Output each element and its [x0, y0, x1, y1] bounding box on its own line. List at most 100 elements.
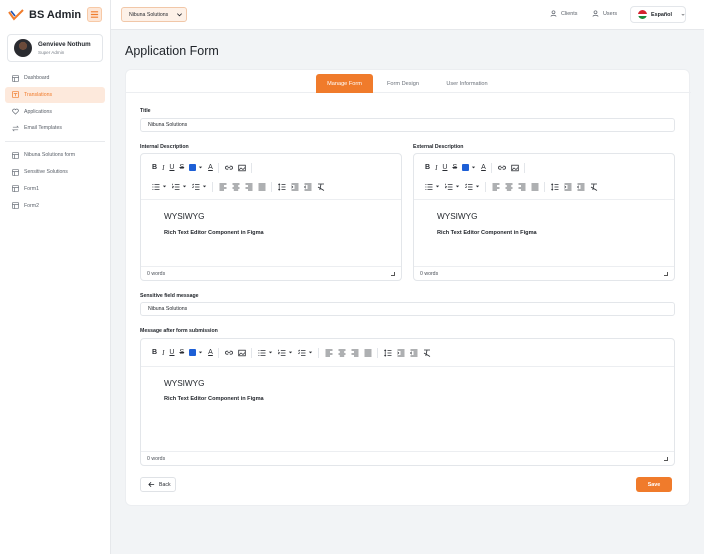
link-icon[interactable] — [497, 163, 506, 173]
title-input[interactable]: Nibuna Solutions — [140, 118, 675, 132]
outdent-icon[interactable] — [577, 182, 585, 192]
align-justify-icon[interactable] — [258, 182, 266, 192]
back-button[interactable]: Back — [140, 477, 176, 492]
menu-toggle-button[interactable] — [87, 7, 102, 22]
sidebar-item-form1[interactable]: Form1 — [5, 181, 105, 197]
bullet-list-icon[interactable] — [258, 348, 273, 358]
italic-icon[interactable]: I — [162, 348, 164, 358]
indent-icon[interactable] — [397, 348, 405, 358]
checklist-icon[interactable] — [297, 348, 313, 358]
submission-message-editor[interactable]: B I U S A WYSIWYG Rich Text Editor Compo… — [140, 338, 675, 466]
bold-icon[interactable]: B — [425, 163, 430, 173]
sidebar-item-form2[interactable]: Form2 — [5, 198, 105, 214]
editor-footer-divider — [141, 451, 674, 452]
tab-form-design[interactable]: Form Design — [378, 74, 428, 93]
link-icon[interactable] — [224, 348, 233, 358]
line-height-icon[interactable] — [383, 348, 392, 358]
text-color-picker[interactable] — [189, 348, 203, 358]
align-center-icon[interactable] — [505, 182, 513, 192]
toolbar-divider — [217, 162, 219, 173]
strikethrough-icon[interactable]: S — [179, 163, 184, 173]
indent-icon[interactable] — [564, 182, 572, 192]
align-left-icon[interactable] — [492, 182, 500, 192]
italic-icon[interactable]: I — [435, 163, 437, 173]
tab-manage-form[interactable]: Manage Form — [316, 74, 373, 93]
text-color-picker[interactable] — [189, 163, 203, 173]
align-right-icon[interactable] — [518, 182, 526, 192]
font-color-icon[interactable]: A — [208, 163, 213, 173]
align-justify-icon[interactable] — [364, 348, 372, 358]
editor-footer-divider — [141, 266, 401, 267]
users-link[interactable]: Users — [592, 10, 617, 17]
image-icon[interactable] — [238, 163, 246, 173]
line-height-icon[interactable] — [551, 182, 559, 192]
flag-icon — [638, 10, 647, 19]
italic-icon[interactable]: I — [162, 163, 164, 173]
internal-description-editor[interactable]: B I U S A WYSIWYG Rich Text Editor Compo… — [140, 153, 402, 281]
clear-format-icon[interactable] — [423, 348, 431, 358]
image-icon[interactable] — [238, 348, 246, 358]
language-select[interactable]: Español — [630, 6, 686, 23]
outdent-icon[interactable] — [409, 348, 418, 358]
avatar — [14, 39, 32, 57]
sidebar-item-applications[interactable]: Applications — [5, 104, 105, 120]
title-label: Title — [140, 108, 151, 114]
hamburger-icon — [90, 11, 99, 18]
indent-icon[interactable] — [291, 182, 299, 192]
bold-icon[interactable]: B — [152, 348, 157, 358]
numbered-list-icon[interactable] — [277, 348, 293, 358]
bullet-list-icon[interactable] — [425, 182, 440, 192]
numbered-list-icon[interactable] — [172, 182, 187, 192]
editor-toolbar-row2 — [414, 177, 603, 196]
strikethrough-icon[interactable]: S — [452, 163, 457, 173]
sidebar-item-email-templates[interactable]: Email Templates — [5, 120, 105, 136]
tab-bar: Manage Form Form Design User Information — [126, 74, 691, 93]
align-center-icon[interactable] — [338, 348, 346, 358]
clear-format-icon[interactable] — [317, 182, 325, 192]
sidebar-item-dashboard[interactable]: Dashboard — [5, 70, 105, 86]
user-profile-card[interactable]: Genvieve Nothum Super Admin — [7, 34, 103, 62]
word-count: 0 words — [147, 271, 166, 277]
external-description-editor[interactable]: B I U S A WYSIWYG Rich Text Editor Compo… — [413, 153, 675, 281]
align-left-icon[interactable] — [219, 182, 227, 192]
outdent-icon[interactable] — [304, 182, 312, 192]
sensitive-field-input[interactable]: Nibuna Solutions — [140, 302, 675, 316]
bold-icon[interactable]: B — [152, 163, 157, 173]
line-height-icon[interactable] — [278, 182, 286, 192]
editor-body-text: Rich Text Editor Component in Figma — [437, 230, 537, 236]
app-logo[interactable]: BS Admin — [8, 7, 81, 23]
app-name: BS Admin — [29, 9, 82, 21]
align-justify-icon[interactable] — [531, 182, 539, 192]
align-right-icon[interactable] — [245, 182, 253, 192]
font-color-icon[interactable]: A — [481, 163, 486, 173]
editor-footer-divider — [414, 266, 674, 267]
sidebar-item-nibuna-form[interactable]: Nibuna Solutions form — [5, 147, 105, 163]
align-right-icon[interactable] — [351, 348, 359, 358]
align-center-icon[interactable] — [232, 182, 240, 192]
strikethrough-icon[interactable]: S — [179, 348, 184, 358]
underline-icon[interactable]: U — [169, 348, 174, 358]
resize-handle-icon[interactable] — [664, 272, 668, 276]
clear-format-icon[interactable] — [590, 182, 598, 192]
underline-icon[interactable]: U — [442, 163, 447, 173]
bullet-list-icon[interactable] — [152, 182, 167, 192]
checklist-icon[interactable] — [192, 182, 207, 192]
image-icon[interactable] — [511, 163, 519, 173]
company-select[interactable]: Nibuna Solutions — [121, 7, 187, 22]
numbered-list-icon[interactable] — [445, 182, 460, 192]
link-icon[interactable] — [224, 163, 233, 173]
text-color-picker[interactable] — [462, 163, 476, 173]
clients-link[interactable]: Clients — [550, 10, 577, 17]
font-color-icon[interactable]: A — [208, 348, 213, 358]
align-left-icon[interactable] — [325, 348, 333, 358]
checklist-icon[interactable] — [465, 182, 480, 192]
underline-icon[interactable]: U — [169, 163, 174, 173]
sidebar-item-sensitive-solutions[interactable]: Sensitive Solutions — [5, 164, 105, 180]
users-label: Users — [603, 10, 618, 17]
page-title: Application Form — [125, 44, 219, 58]
resize-handle-icon[interactable] — [391, 272, 395, 276]
save-button[interactable]: Save — [636, 477, 672, 492]
tab-user-information[interactable]: User Information — [434, 74, 500, 93]
resize-handle-icon[interactable] — [664, 457, 668, 461]
sidebar-item-translations[interactable]: Translations — [5, 86, 105, 103]
